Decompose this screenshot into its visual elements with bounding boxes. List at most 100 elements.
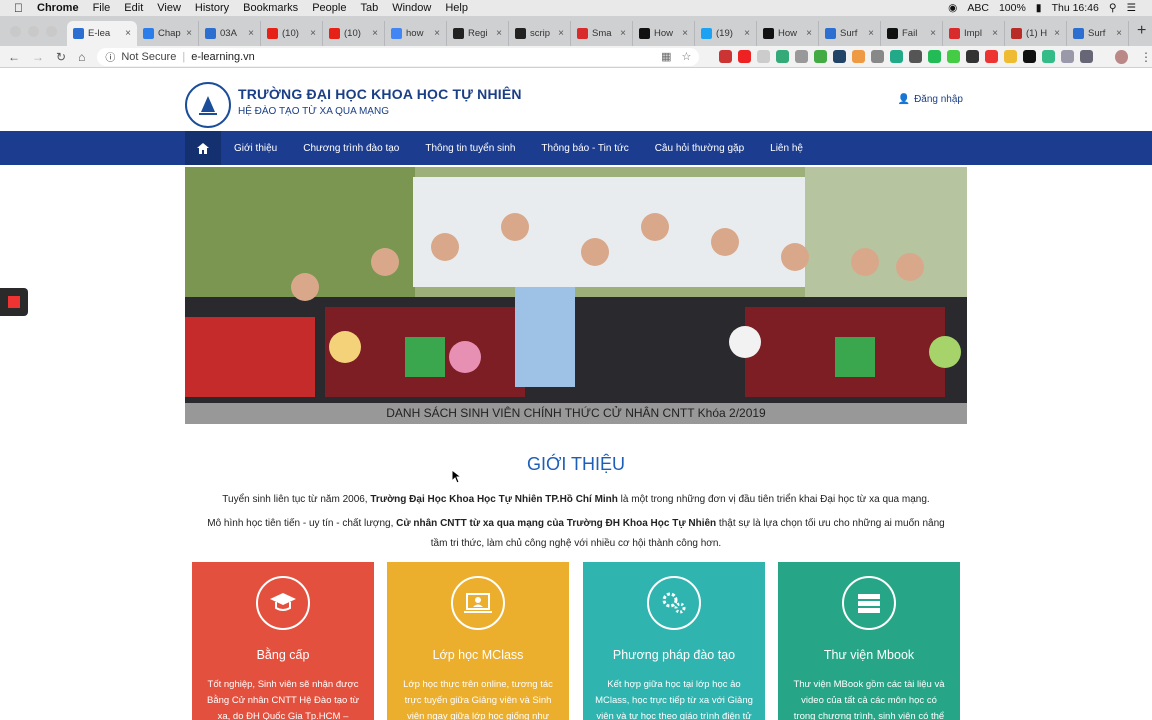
menu-file[interactable]: File [93,2,111,14]
extension-icon[interactable] [947,50,961,63]
hero-banner[interactable]: DANH SÁCH SINH VIÊN CHÍNH THỨC CỬ NHÂN C… [185,167,967,424]
new-tab-button[interactable]: + [1129,22,1152,40]
clock[interactable]: Thu 16:46 [1052,2,1099,14]
extension-icon[interactable] [1004,50,1018,63]
site-title[interactable]: TRƯỜNG ĐẠI HỌC KHOA HỌC TỰ NHIÊN [238,86,522,102]
nav-home-button[interactable] [185,131,221,165]
profile-avatar[interactable] [1115,49,1128,64]
tab-close-icon[interactable]: × [186,28,192,39]
battery-percent[interactable]: 100% [999,2,1026,14]
spotlight-icon[interactable]: ⚲ [1109,2,1117,14]
zoom-window-button[interactable] [46,25,57,37]
tab-11[interactable]: How × [757,21,819,46]
tab-13[interactable]: Fail × [881,21,943,46]
back-icon[interactable]: ← [8,50,20,64]
tab-5[interactable]: how × [385,21,447,46]
home-icon[interactable]: ⌂ [78,50,85,64]
nav-item-gioi-thieu[interactable]: Giới thiệu [221,143,290,154]
extension-icon[interactable] [757,50,771,63]
feature-card-mclass[interactable]: Lớp học MClass Lớp học thực trên online,… [387,562,569,720]
nav-item-thong-bao[interactable]: Thông báo - Tin tức [528,143,641,154]
tab-10[interactable]: (19) × [695,21,757,46]
extension-icon[interactable] [909,50,923,63]
tab-12[interactable]: Surf × [819,21,881,46]
input-source[interactable]: ABC [967,2,989,14]
recording-widget-button[interactable] [0,288,28,316]
tab-close-icon[interactable]: × [682,28,688,39]
extension-icon[interactable] [1023,50,1037,63]
reload-icon[interactable]: ↻ [56,50,66,64]
feature-card-phuong-phap[interactable]: Phương pháp đào tạo Kết hợp giữa học tại… [583,562,765,720]
tab-4[interactable]: (10) × [323,21,385,46]
tab-8[interactable]: Sma × [571,21,633,46]
extension-icon[interactable] [833,50,847,63]
tab-close-icon[interactable]: × [806,28,812,39]
tab-3[interactable]: (10) × [261,21,323,46]
nav-item-chuong-trinh[interactable]: Chương trình đào tạo [290,143,412,154]
menu-view[interactable]: View [157,2,181,14]
extension-icon[interactable] [890,50,904,63]
tab-close-icon[interactable]: × [558,28,564,39]
extension-icon[interactable] [966,50,980,63]
tab-0[interactable]: E-lea × [67,21,137,46]
forward-icon[interactable]: → [32,50,44,64]
menu-app[interactable]: Chrome [37,2,79,14]
tab-16[interactable]: Surf × [1067,21,1129,46]
nav-item-lien-he[interactable]: Liên hệ [757,143,816,154]
tab-close-icon[interactable]: × [992,28,998,39]
tab-9[interactable]: How × [633,21,695,46]
control-center-icon[interactable]: ☰ [1127,2,1136,14]
login-link[interactable]: 👤 Đăng nhập [898,94,963,105]
tab-15[interactable]: (1) H × [1005,21,1067,46]
menu-tab[interactable]: Tab [360,2,378,14]
tab-close-icon[interactable]: × [496,28,502,39]
university-logo[interactable] [185,82,231,128]
apple-icon[interactable]:  [14,1,23,15]
tab-close-icon[interactable]: × [1054,28,1060,39]
close-window-button[interactable] [10,25,21,37]
extension-icon[interactable] [814,50,828,63]
tab-close-icon[interactable]: × [1116,28,1122,39]
extension-icon[interactable] [795,50,809,63]
battery-icon[interactable]: ▮ [1036,2,1042,14]
tab-close-icon[interactable]: × [744,28,750,39]
menu-help[interactable]: Help [445,2,468,14]
tab-14[interactable]: Impl × [943,21,1005,46]
tab-close-icon[interactable]: × [930,28,936,39]
menu-people[interactable]: People [312,2,346,14]
tab-close-icon[interactable]: × [125,28,131,39]
bookmark-star-icon[interactable]: ☆ [682,50,692,63]
translate-icon[interactable]: ▦ [661,50,671,63]
tab-close-icon[interactable]: × [248,28,254,39]
tab-7[interactable]: scrip × [509,21,571,46]
tab-close-icon[interactable]: × [310,28,316,39]
extension-icon[interactable] [1061,50,1075,63]
nav-item-cau-hoi[interactable]: Câu hỏi thường gặp [642,143,757,154]
wifi-icon[interactable]: ◉ [948,2,957,14]
extension-icon[interactable] [928,50,942,63]
menu-edit[interactable]: Edit [124,2,143,14]
nav-item-tuyen-sinh[interactable]: Thông tin tuyển sinh [412,143,528,154]
extension-icon[interactable] [776,50,790,63]
menu-bookmarks[interactable]: Bookmarks [243,2,298,14]
tab-2[interactable]: 03A × [199,21,261,46]
tab-close-icon[interactable]: × [868,28,874,39]
extension-icon[interactable] [852,50,866,63]
menu-dots-icon[interactable]: ⋮ [1140,50,1152,64]
feature-card-thu-vien[interactable]: Thư viện Mbook Thư viện MBook gồm các tà… [778,562,960,720]
tab-6[interactable]: Regi × [447,21,509,46]
extension-icon[interactable] [985,50,999,63]
feature-card-bang-cap[interactable]: Bằng cấp Tốt nghiệp, Sinh viên sẽ nhận đ… [192,562,374,720]
url-text[interactable]: e-learning.vn [191,51,255,63]
address-bar[interactable]: ⓘ Not Secure | e-learning.vn ▦ ☆ [97,47,700,66]
tab-close-icon[interactable]: × [620,28,626,39]
menu-history[interactable]: History [195,2,229,14]
extension-icon[interactable] [719,50,733,63]
minimize-window-button[interactable] [28,25,39,37]
extension-icon[interactable] [871,50,885,63]
tab-close-icon[interactable]: × [434,28,440,39]
menu-window[interactable]: Window [392,2,431,14]
tab-close-icon[interactable]: × [372,28,378,39]
extension-icon[interactable] [1042,50,1056,63]
info-icon[interactable]: ⓘ [105,49,115,64]
